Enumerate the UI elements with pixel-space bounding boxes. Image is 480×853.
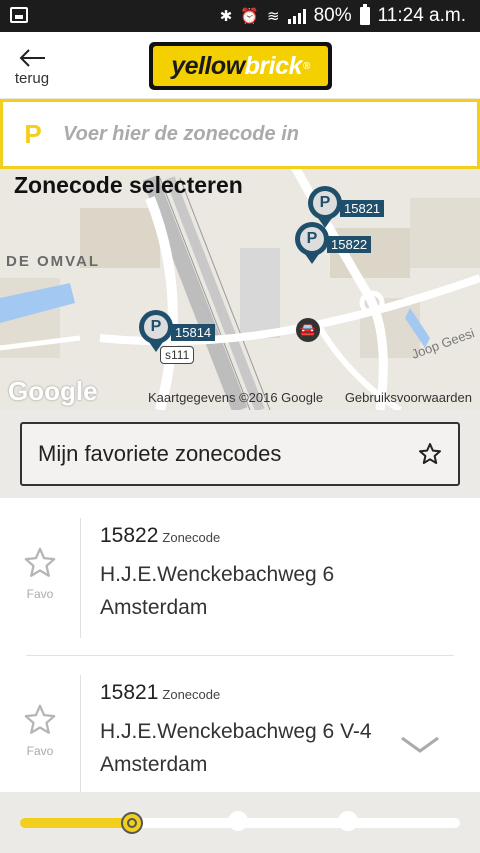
- status-bar: ✱ ⏰ ≋ 80% 11:24 a.m.: [0, 0, 480, 32]
- zone-address: H.J.E.Wenckebachweg 6 Amsterdam: [100, 563, 335, 619]
- list-item[interactable]: Favo 15822 Zonecode H.J.E.Wenckebachweg 6…: [0, 498, 480, 648]
- step-dot: [228, 811, 248, 831]
- zone-list: Favo 15822 Zonecode H.J.E.Wenckebachweg 6…: [0, 498, 480, 792]
- alarm-icon: ⏰: [240, 7, 260, 25]
- zone-code: 15822 Zonecode: [100, 524, 221, 547]
- favorites-button[interactable]: Mijn favoriete zonecodes: [20, 422, 460, 486]
- zone-details: 15821 Zonecode H.J.E.Wenckebachweg 6 V-4 …: [100, 681, 372, 781]
- favo-button[interactable]: Favo: [0, 546, 80, 601]
- map-area-label: DE OMVAL: [6, 253, 101, 270]
- favo-button[interactable]: Favo: [0, 703, 80, 758]
- parking-pin-icon: P: [308, 186, 342, 228]
- parking-pin-icon: P: [139, 310, 173, 352]
- back-button[interactable]: terug: [10, 48, 54, 94]
- step-progress: [0, 792, 480, 853]
- zonecode-input[interactable]: [63, 122, 463, 146]
- zone-details: 15822 Zonecode H.J.E.Wenckebachweg 6 Amst…: [100, 524, 334, 624]
- arrow-left-icon: [19, 49, 45, 67]
- map-view[interactable]: P Zonecode selecteren DE OMVAL Joop Gees…: [0, 98, 480, 410]
- favo-label: Favo: [26, 587, 54, 601]
- list-item[interactable]: Favo 15821 Zonecode H.J.E.Wenckebachweg 6…: [0, 655, 480, 792]
- parking-p-icon: P: [24, 118, 42, 149]
- bluetooth-icon: ✱: [219, 7, 233, 25]
- favo-label: Favo: [26, 744, 54, 758]
- chevron-down-icon[interactable]: [400, 735, 440, 755]
- map-pin-15821[interactable]: P 15821: [308, 186, 385, 228]
- zone-address: H.J.E.Wenckebachweg 6 V-4 Amsterdam: [100, 720, 372, 776]
- gallery-icon: [10, 7, 28, 23]
- star-icon: [419, 443, 441, 464]
- clock: 11:24 a.m.: [377, 5, 466, 26]
- step-dot: [338, 811, 358, 831]
- signal-icon: [287, 8, 306, 24]
- map-pin-15822[interactable]: P 15822: [295, 222, 372, 264]
- star-outline-icon: [24, 704, 56, 734]
- map-title: Zonecode selecteren: [14, 172, 243, 198]
- yellowbrick-logo: yellow brick ®: [149, 42, 332, 90]
- map-attribution: Kaartgegevens ©2016 Google: [148, 390, 324, 405]
- back-label: terug: [14, 70, 50, 87]
- favorites-label: Mijn favoriete zonecodes: [38, 441, 282, 466]
- map-road-label: s111: [160, 346, 195, 364]
- map-terms-link[interactable]: Gebruiksvoorwaarden: [345, 390, 472, 405]
- battery-icon: [359, 4, 370, 25]
- zone-code: 15821 Zonecode: [100, 681, 221, 704]
- map-pin-15814[interactable]: P 15814: [139, 310, 216, 352]
- app-header: terug yellow brick ®: [0, 32, 480, 98]
- divider: [80, 675, 81, 792]
- divider: [80, 518, 81, 638]
- wifi-icon: ≋: [267, 7, 280, 25]
- favorites-section: Mijn favoriete zonecodes: [0, 410, 480, 498]
- google-logo: Google: [8, 376, 98, 406]
- car-location-icon[interactable]: 🚘: [296, 318, 320, 342]
- progress-fill: [20, 818, 130, 828]
- zonecode-input-box[interactable]: P: [0, 99, 480, 169]
- status-icons: ✱ ⏰ ≋ 80% 11:24 a.m.: [219, 4, 466, 27]
- parking-pin-icon: P: [295, 222, 329, 264]
- star-outline-icon: [24, 547, 56, 577]
- step-dot-current: [121, 812, 143, 834]
- battery-percent: 80%: [313, 5, 352, 26]
